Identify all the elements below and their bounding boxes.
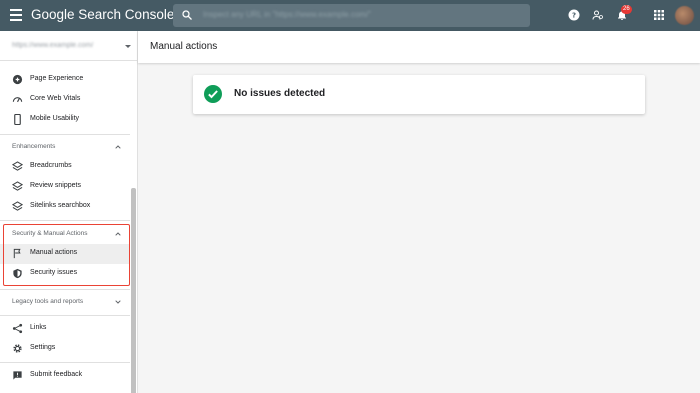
sidebar-item-links[interactable]: Links <box>0 319 130 339</box>
divider <box>0 289 130 290</box>
section-heading: Enhancements <box>12 143 56 150</box>
divider <box>0 220 130 221</box>
menu-icon[interactable] <box>10 9 22 21</box>
sidebar-item-settings[interactable]: Settings <box>0 339 130 359</box>
property-selector[interactable]: https://www.example.com/ <box>0 31 137 61</box>
sidebar-item-label: Settings <box>30 344 56 351</box>
sidebar-item-breadcrumbs[interactable]: Breadcrumbs <box>0 157 130 177</box>
highlight-box <box>3 224 130 286</box>
sidebar-item-label: Sitelinks searchbox <box>30 202 91 209</box>
app-logo[interactable]: Google Search Console <box>31 7 174 22</box>
account-avatar[interactable] <box>675 6 694 25</box>
sidebar-item-mobile-usability[interactable]: Mobile Usability <box>0 110 130 130</box>
layers-icon <box>12 181 23 191</box>
sidebar-item-label: Links <box>30 324 47 331</box>
page-experience-icon <box>12 74 23 85</box>
notification-badge: 26 <box>621 5 632 14</box>
section-legacy-tools[interactable]: Legacy tools and reports <box>0 292 130 312</box>
sidebar-item-label: Review snippets <box>30 182 81 189</box>
property-url[interactable]: https://www.example.com/ <box>12 42 93 49</box>
chevron-up-icon[interactable] <box>114 143 122 151</box>
status-card: No issues detected <box>193 75 645 114</box>
apps-grid-icon[interactable] <box>653 9 665 21</box>
feedback-icon <box>13 371 22 380</box>
page-title: Manual actions <box>150 41 218 52</box>
help-icon[interactable]: ? <box>568 9 580 21</box>
sidebar-item-label: Page Experience <box>30 75 84 82</box>
top-app-bar: Google Search Console Inspect any URL in… <box>0 0 700 31</box>
sidebar-item-core-web-vitals[interactable]: Core Web Vitals <box>0 90 130 110</box>
divider <box>0 134 130 135</box>
section-enhancements[interactable]: Enhancements <box>0 137 130 157</box>
chevron-down-icon[interactable] <box>125 45 131 48</box>
divider <box>0 315 130 316</box>
sidebar-item-label: Mobile Usability <box>30 115 80 122</box>
divider <box>0 362 130 363</box>
gear-icon <box>13 344 22 353</box>
manage-users-icon[interactable] <box>592 9 604 21</box>
search-placeholder[interactable]: Inspect any URL in "https://www.example.… <box>203 10 371 19</box>
search-icon <box>182 10 192 20</box>
sidebar-item-review-snippets[interactable]: Review snippets <box>0 177 130 197</box>
layers-icon <box>12 161 23 171</box>
page-header: Manual actions <box>138 31 700 63</box>
sidebar-item-label: Breadcrumbs <box>30 162 72 169</box>
sidebar: https://www.example.com/ Page Experience… <box>0 31 138 393</box>
sidebar-scrollbar[interactable] <box>131 188 136 393</box>
phone-icon <box>14 114 21 125</box>
svg-text:?: ? <box>572 12 576 20</box>
sidebar-item-submit-feedback[interactable]: Submit feedback <box>0 366 130 386</box>
gauge-icon <box>12 97 23 103</box>
layers-icon <box>12 201 23 211</box>
section-heading: Legacy tools and reports <box>12 298 84 305</box>
links-icon <box>12 323 23 334</box>
sidebar-item-sitelinks-searchbox[interactable]: Sitelinks searchbox <box>0 197 130 217</box>
sidebar-item-page-experience[interactable]: Page Experience <box>0 70 130 90</box>
sidebar-item-label: Submit feedback <box>30 371 83 378</box>
url-inspection-search[interactable]: Inspect any URL in "https://www.example.… <box>173 4 530 27</box>
check-circle-icon <box>204 85 222 103</box>
chevron-down-icon[interactable] <box>114 298 122 306</box>
sidebar-item-label: Core Web Vitals <box>30 95 81 102</box>
status-message: No issues detected <box>234 88 326 99</box>
